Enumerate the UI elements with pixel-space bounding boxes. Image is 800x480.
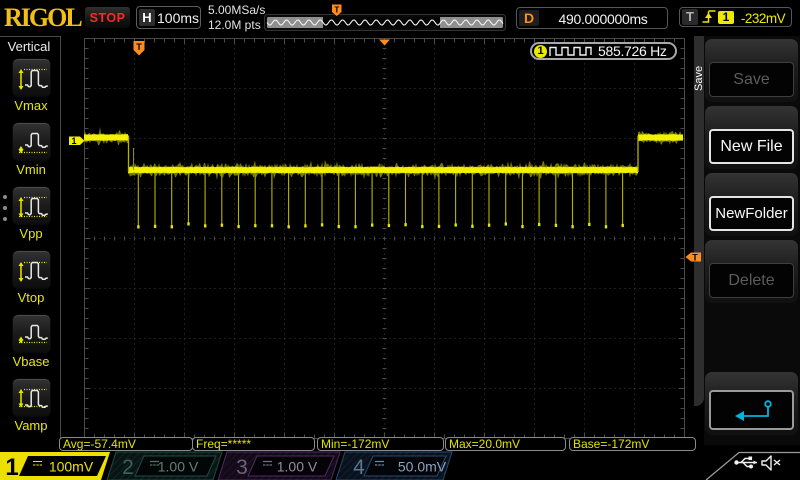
svg-text:100mV: 100mV [49, 459, 94, 475]
svg-text:T: T [334, 6, 339, 15]
svg-text:1: 1 [71, 136, 76, 146]
svg-text:2: 2 [122, 456, 134, 479]
svg-text:1.00 V: 1.00 V [277, 459, 318, 475]
svg-text:50.0mV: 50.0mV [398, 459, 447, 475]
svg-text:1.00 V: 1.00 V [158, 459, 199, 475]
svg-text:T: T [136, 42, 142, 52]
svg-text:1: 1 [5, 454, 18, 480]
svg-text:3: 3 [236, 456, 248, 479]
svg-text:4: 4 [353, 456, 365, 479]
svg-text:T: T [692, 253, 698, 263]
